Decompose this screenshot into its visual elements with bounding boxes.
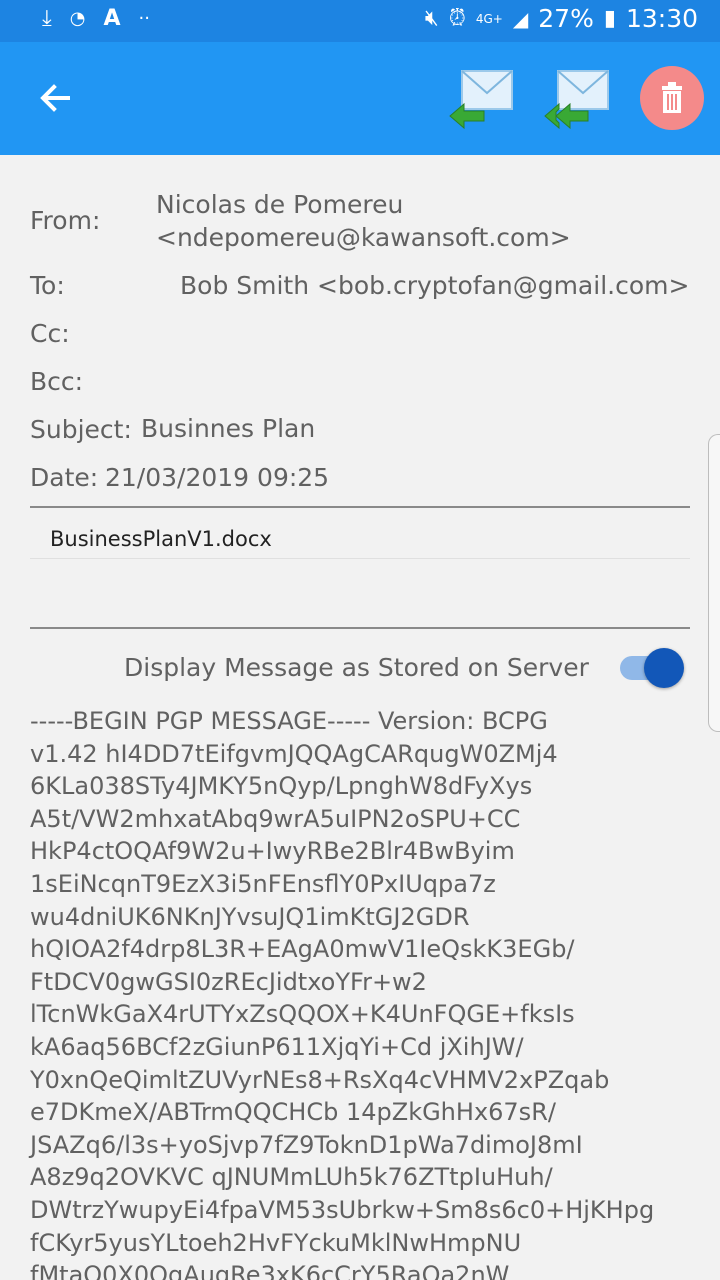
status-left-icons: ⤓ ◔ A ·· (42, 6, 150, 31)
from-name: Nicolas de Pomereu (156, 190, 404, 219)
scroll-handle[interactable] (708, 434, 720, 732)
message-body-line: v1.42 hI4DD7tEifgvmJQQAgCARqugW0ZMj4 (30, 739, 558, 768)
message-body-line: A8z9q2OVKVC qJNUMmLUh5k76ZTtpIuHuh/ (30, 1163, 553, 1192)
message-body-line: FtDCV0gwGSI0zREcJidtxoYFr+w2 (30, 967, 427, 996)
battery-percent: 27% (538, 4, 594, 33)
date-label: Date: (30, 463, 99, 492)
alarm-icon: ⏰︎ (448, 6, 466, 31)
subject-label: Subject: (30, 415, 132, 444)
to-label: To: (30, 271, 65, 300)
app-a-icon: A (103, 6, 121, 31)
to-value: Bob Smith <bob.cryptofan@gmail.com> (180, 271, 690, 300)
message-body-line: fMtaQ0X0QgAugRe3xK6cCrY5RaQa2nW (30, 1261, 510, 1280)
delete-button[interactable] (640, 66, 704, 130)
from-label: From: (30, 206, 101, 235)
toggle-knob (644, 648, 684, 688)
message-body-line: DWtrzYwupyEi4fpaVM53sUbrkw+Sm8s6c0+HjKHp… (30, 1195, 655, 1224)
clock: 13:30 (625, 4, 698, 33)
status-bar: ⤓ ◔ A ·· 🔇︎ ⏰︎ 4G+ ◢ 27% ▮ 13:30 (0, 0, 720, 42)
app-toolbar (0, 42, 720, 155)
status-right-icons: 🔇︎ ⏰︎ 4G+ ◢ 27% ▮ 13:30 (425, 4, 698, 33)
message-body-line: fCKyr5yusYLtoeh2HvFYckuMklNwHmpNU (30, 1228, 522, 1257)
attachment-divider (30, 558, 690, 559)
message-body-line: JSAZq6/l3s+yoSjvp7fZ9ToknD1pWa7dimoJ8mI (30, 1130, 583, 1159)
attachment-item[interactable]: BusinessPlanV1.docx (50, 527, 272, 551)
message-body-line: lTcnWkGaX4rUTYxZsQQOX+K4UnFQGE+fksIs (30, 1000, 575, 1029)
message-body-line: kA6aq56BCf2zGiunP611XjqYi+Cd jXihJW/ (30, 1032, 524, 1061)
message-body-line: 1sEiNcqnT9EzX3i5nFEnsflY0PxIUqpa7z (30, 869, 496, 898)
from-address: <ndepomereu@kawansoft.com> (156, 223, 571, 252)
mail-reply-icon[interactable] (448, 68, 514, 130)
mute-icon: 🔇︎ (424, 6, 439, 31)
message-body-line: 6KLa038STy4JMKY5nQyp/LpnghW8dFyXys (30, 772, 533, 801)
battery-icon: ▮ (603, 6, 616, 31)
message-body-line: HkP4ctOQAf9W2u+IwyRBe2Blr4BwByim (30, 837, 515, 866)
message-body-line: wu4dniUK6NKnJYvsuJQ1imKtGJ2GDR (30, 902, 470, 931)
display-stored-label: Display Message as Stored on Server (124, 653, 589, 682)
mail-reply-all-icon[interactable] (544, 68, 610, 130)
speed-icon: ◔ (69, 8, 86, 29)
date-value: 21/03/2019 09:25 (105, 463, 330, 492)
download-icon: ⤓ (42, 6, 52, 31)
bcc-label: Bcc: (30, 367, 84, 396)
message-body-line: Y0xnQeQimltZUVyrNEs8+RsXq4cVHMV2xPZqab (30, 1065, 610, 1094)
header-divider (30, 506, 690, 508)
message-body-line: A5t/VW2mhxatAbq9wrA5uIPN2oSPU+CC (30, 804, 521, 833)
trash-icon (662, 82, 682, 113)
attachments-bottom-divider (30, 627, 690, 629)
cc-label: Cc: (30, 319, 70, 348)
message-body-line: e7DKmeX/ABTrmQQCHCb 14pZkGhHx67sR/ (30, 1098, 556, 1127)
arrow-left-icon[interactable] (34, 76, 78, 120)
subject-value: Businnes Plan (141, 414, 316, 443)
network-type: 4G+ (475, 11, 503, 26)
more-notifications-icon: ·· (138, 8, 150, 29)
message-body-line: hQIOA2f4drp8L3R+EAgA0mwV1IeQskK3EGb/ (30, 935, 575, 964)
signal-icon: ◢ (512, 6, 529, 31)
message-body: -----BEGIN PGP MESSAGE----- Version: BCP… (30, 705, 700, 1280)
message-body-line: -----BEGIN PGP MESSAGE----- Version: BCP… (30, 707, 548, 735)
display-stored-toggle[interactable] (618, 648, 684, 688)
